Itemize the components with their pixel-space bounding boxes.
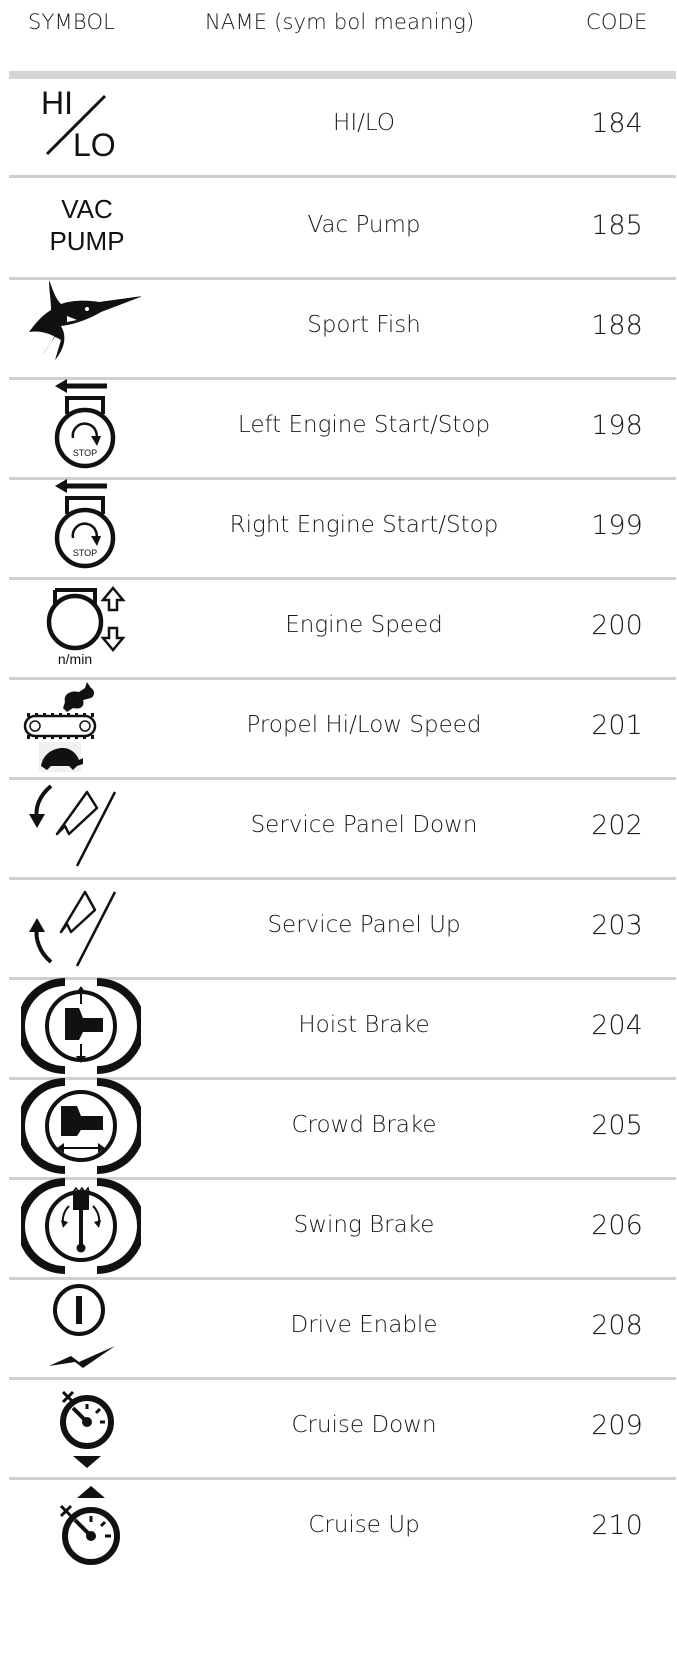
drive-enable-icon bbox=[21, 1276, 141, 1376]
symbol-code: 184 bbox=[591, 108, 643, 139]
vac-pump-icon-line1: VAC bbox=[61, 194, 113, 224]
table-row: n/min Engine Speed 200 bbox=[9, 574, 676, 680]
hi-lo-icon-hi: HI bbox=[41, 85, 73, 121]
symbol-name: Engine Speed bbox=[285, 612, 443, 638]
crowd-brake-icon bbox=[21, 1076, 141, 1176]
table-row: STOP Right Engine Start/Stop 199 bbox=[9, 474, 676, 580]
table-row: Cruise Down 209 bbox=[9, 1374, 676, 1480]
symbol-name: Right Engine Start/Stop bbox=[229, 512, 499, 538]
symbol-code: 204 bbox=[591, 1010, 643, 1041]
symbol-name: Drive Enable bbox=[290, 1312, 438, 1338]
swing-brake-icon bbox=[21, 1176, 141, 1276]
symbol-name: Cruise Down bbox=[291, 1412, 437, 1438]
symbol-column-header: SYMBOL bbox=[28, 10, 116, 34]
engine-speed-unit: n/min bbox=[58, 651, 92, 667]
table-row: Service Panel Down 202 bbox=[9, 774, 676, 880]
table-row: Service Panel Up 203 bbox=[9, 874, 676, 980]
symbol-code: 200 bbox=[591, 610, 643, 641]
symbol-name: Swing Brake bbox=[293, 1212, 435, 1238]
symbol-name: Crowd Brake bbox=[291, 1112, 437, 1138]
table-header: SYMBOL NAME (sym bol meaning) CODE bbox=[0, 0, 677, 72]
table-row: Propel Hi/Low Speed 201 bbox=[9, 674, 676, 780]
symbol-code: 210 bbox=[591, 1510, 643, 1541]
symbol-name: Propel Hi/Low Speed bbox=[246, 712, 482, 738]
table-row: Hoist Brake 204 bbox=[9, 974, 676, 1080]
hoist-brake-icon bbox=[21, 976, 141, 1076]
table-row: Swing Brake 206 bbox=[9, 1174, 676, 1280]
symbol-name: HI/LO bbox=[333, 110, 395, 136]
table-row: STOP Left Engine Start/Stop 198 bbox=[9, 374, 676, 480]
symbol-name: Service Panel Down bbox=[250, 812, 478, 838]
engine-speed-icon: n/min bbox=[21, 576, 141, 676]
rabbit-turtle-icon bbox=[21, 676, 141, 776]
table-row: Crowd Brake 205 bbox=[9, 1074, 676, 1180]
stop-label: STOP bbox=[73, 448, 97, 458]
code-column-header: CODE bbox=[586, 10, 648, 34]
vac-pump-icon-line2: PUMP bbox=[49, 226, 124, 256]
cruise-down-icon bbox=[21, 1376, 141, 1476]
symbol-code: 198 bbox=[591, 410, 643, 441]
symbol-code: 206 bbox=[591, 1210, 643, 1241]
left-engine-start-stop-icon: STOP bbox=[21, 376, 141, 476]
symbol-code: 203 bbox=[591, 910, 643, 941]
hi-lo-icon-lo: LO bbox=[73, 127, 116, 163]
symbol-code: 209 bbox=[591, 1410, 643, 1441]
symbol-code: 185 bbox=[591, 210, 643, 241]
vac-pump-icon: VAC PUMP bbox=[21, 176, 141, 276]
symbol-code: 199 bbox=[591, 510, 643, 541]
symbol-name: Left Engine Start/Stop bbox=[237, 412, 491, 438]
table-row: VAC PUMP Vac Pump 185 bbox=[9, 174, 676, 280]
symbol-code: 202 bbox=[591, 810, 643, 841]
symbol-name: Hoist Brake bbox=[298, 1012, 430, 1038]
symbol-code: 205 bbox=[591, 1110, 643, 1141]
table-row: Drive Enable 208 bbox=[9, 1274, 676, 1380]
symbol-code: 208 bbox=[591, 1310, 643, 1341]
symbol-code: 201 bbox=[591, 710, 643, 741]
table-row: Sport Fish 188 bbox=[9, 274, 676, 380]
name-column-header: NAME (sym bol meaning) bbox=[205, 10, 475, 34]
table-row: Cruise Up 210 bbox=[9, 1474, 676, 1580]
service-panel-down-icon bbox=[21, 776, 141, 876]
hi-lo-icon: HI LO bbox=[21, 74, 141, 174]
stop-label: STOP bbox=[73, 548, 97, 558]
symbol-code: 188 bbox=[591, 310, 643, 341]
right-engine-start-stop-icon: STOP bbox=[21, 476, 141, 576]
symbol-name: Sport Fish bbox=[307, 312, 421, 338]
table-row: HI LO HI/LO 184 bbox=[9, 72, 676, 178]
service-panel-up-icon bbox=[21, 876, 141, 976]
cruise-up-icon bbox=[21, 1476, 141, 1576]
symbol-name: Cruise Up bbox=[308, 1512, 420, 1538]
marlin-icon bbox=[21, 276, 141, 376]
symbol-name: Vac Pump bbox=[307, 212, 421, 238]
symbol-name: Service Panel Up bbox=[267, 912, 461, 938]
